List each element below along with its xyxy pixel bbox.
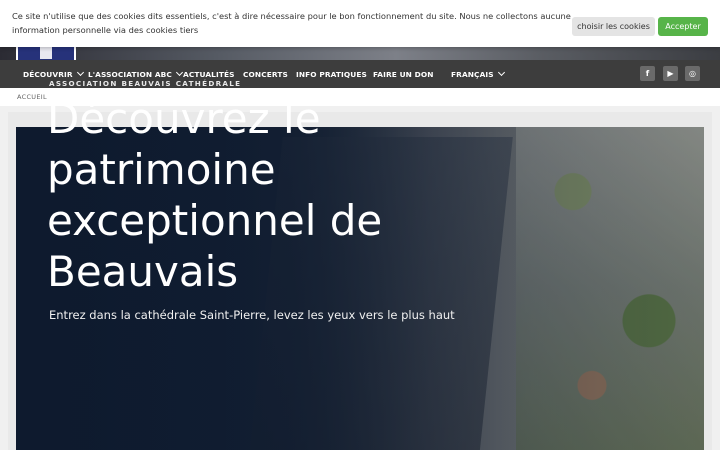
nav-item-label: ACTUALITÉS	[183, 69, 235, 79]
language-label: FRANÇAIS	[451, 69, 494, 79]
cookie-banner: Ce site n'utilise que des cookies dits e…	[0, 0, 720, 47]
cookie-message: Ce site n'utilise que des cookies dits e…	[12, 11, 571, 35]
chevron-down-icon	[76, 68, 84, 77]
facebook-icon[interactable]: f	[640, 66, 655, 81]
chevron-down-icon	[497, 68, 505, 77]
nav-item-label: INFO PRATIQUES	[296, 69, 367, 79]
nav-item-label: FAIRE UN DON	[373, 69, 434, 79]
chevron-down-icon	[175, 68, 183, 77]
nav-item-label: L'ASSOCIATION ABC	[88, 69, 172, 79]
youtube-icon[interactable]: ▶	[663, 66, 678, 81]
nav-item-concerts[interactable]: CONCERTS	[243, 60, 288, 88]
nav-item-label: DÉCOUVRIR	[23, 69, 73, 79]
instagram-icon[interactable]: ◎	[685, 66, 700, 81]
choose-cookies-button[interactable]: choisir les cookies	[572, 17, 655, 36]
accept-cookies-button[interactable]: Accepter	[658, 17, 708, 36]
nav-item-label: CONCERTS	[243, 69, 288, 79]
breadcrumb-home[interactable]: ACCUEIL	[17, 93, 47, 101]
hero-kicker: ASSOCIATION BEAUVAIS CATHÉDRALE	[49, 79, 242, 88]
nav-item-faire-un-don[interactable]: FAIRE UN DON	[373, 60, 434, 88]
nav-item-info-pratiques[interactable]: INFO PRATIQUES	[296, 60, 367, 88]
hero-subtitle: Entrez dans la cathédrale Saint-Pierre, …	[49, 308, 455, 322]
language-selector[interactable]: FRANÇAIS	[451, 60, 505, 88]
hero-title: Découvrez le patrimoine exceptionnel de …	[47, 94, 383, 296]
